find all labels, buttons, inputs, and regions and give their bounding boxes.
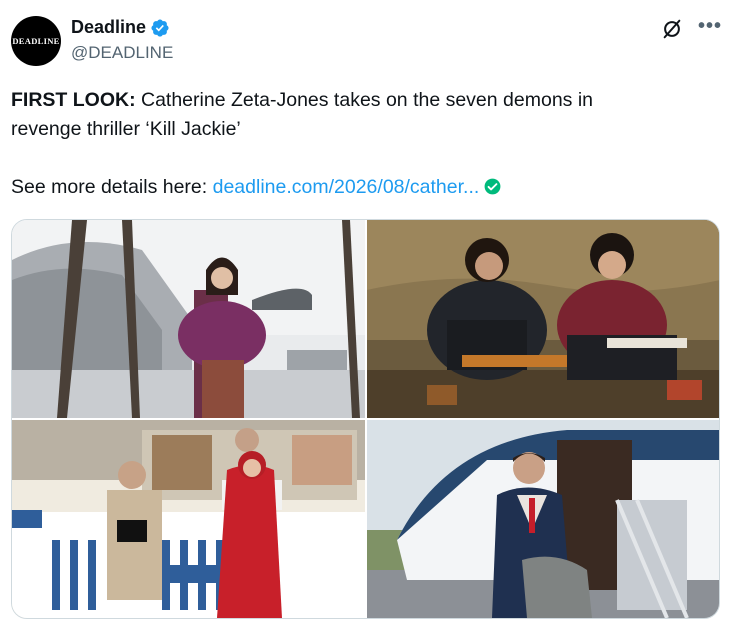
verified-badge-icon	[151, 18, 169, 37]
woman-fur-stole-museum-photo[interactable]	[12, 220, 365, 418]
grok-icon[interactable]	[661, 18, 683, 40]
check-circle-icon	[484, 178, 501, 195]
tweet-line2: revenge thriller ‘Kill Jackie’	[11, 118, 241, 140]
more-options-icon[interactable]: •••	[698, 15, 722, 38]
media-grid	[11, 219, 720, 619]
man-suit-private-jet-photo[interactable]	[367, 420, 719, 618]
tweet-line1: Catherine Zeta-Jones takes on the seven …	[135, 89, 594, 111]
ice-cream-truck-couple-photo[interactable]	[12, 420, 365, 618]
details-prefix: See more details here:	[11, 176, 213, 198]
author-avatar[interactable]: DEADLINE	[11, 16, 61, 66]
tweet-bold-prefix: FIRST LOOK:	[11, 89, 136, 111]
author-name-row: Deadline	[71, 17, 170, 38]
tweet-text: FIRST LOOK: Catherine Zeta-Jones takes o…	[11, 86, 711, 202]
author-handle[interactable]: @DEADLINE	[71, 43, 173, 63]
two-women-sitting-floor-photo[interactable]	[367, 220, 719, 418]
article-link[interactable]: deadline.com/2026/08/cather...	[213, 176, 480, 198]
author-display-name[interactable]: Deadline	[71, 17, 146, 38]
